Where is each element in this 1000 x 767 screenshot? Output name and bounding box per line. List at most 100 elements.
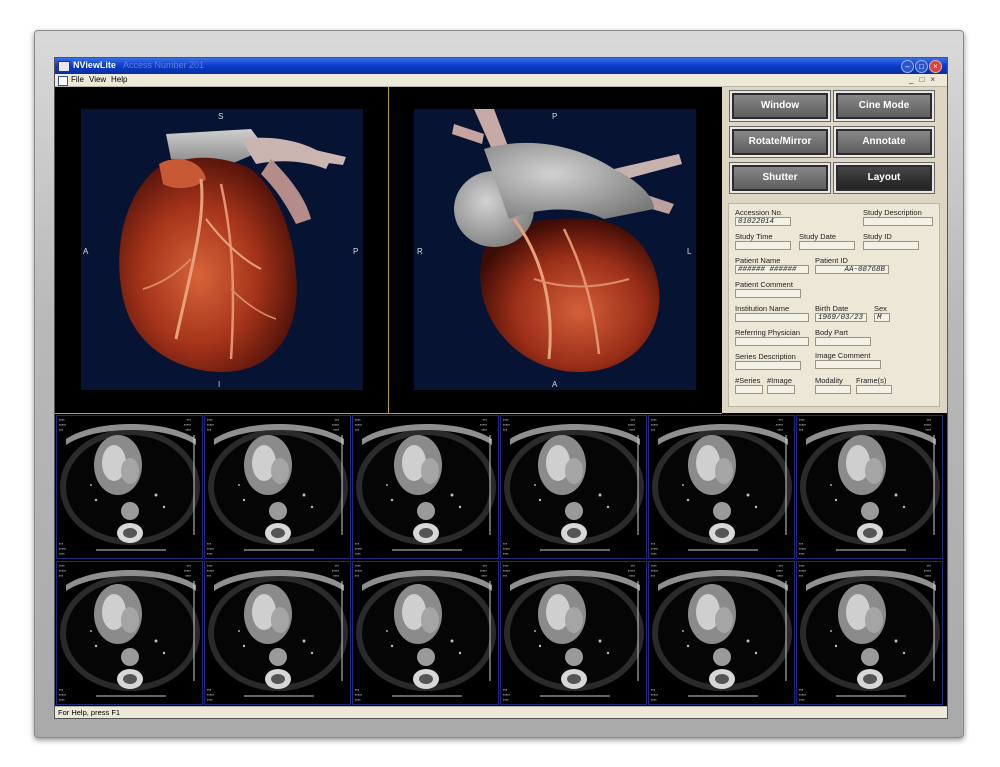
title-bar[interactable]: NViewLite Access Number 201 – □ × (55, 58, 947, 74)
ct-slice-thumbnail[interactable]: ▪▪▪▪ ▪▪▪▪▪ ▪▪▪ ▪▪▪ ▪▪▪▪▪ ▪▪▪▪ ▪▪▪ ▪▪▪▪▪ ▪▪▪▪ (352, 561, 499, 705)
volume-render-viewport[interactable] (81, 109, 363, 390)
ct-overlay-text: ▪▪▪▪▪▪▪▪▪▪▪▪ (775, 417, 783, 432)
ct-slice-thumbnail[interactable]: ▪▪▪▪ ▪▪▪▪▪ ▪▪▪ ▪▪▪ ▪▪▪▪▪ ▪▪▪▪ ▪▪▪ ▪▪▪▪▪ ▪▪▪▪ (500, 415, 647, 559)
study-description-field (863, 217, 933, 226)
ct-overlay-text: ▪▪▪▪▪▪▪▪▪▪▪▪ (331, 563, 339, 578)
close-button[interactable]: × (929, 60, 942, 73)
ct-overlay-text: ▪▪▪▪▪▪▪▪▪▪▪▪ (627, 417, 635, 432)
ct-slice-image (800, 570, 940, 697)
app-window: NViewLite Access Number 201 – □ × File V… (55, 58, 947, 718)
ct-overlay-text: ▪▪▪▪▪▪▪▪▪▪▪▪ (775, 563, 783, 578)
ct-overlay-text: ▪▪▪▪▪▪▪▪▪▪▪▪ (59, 417, 67, 432)
maximize-button[interactable]: □ (915, 60, 928, 73)
ct-slice-thumbnail[interactable]: ▪▪▪▪ ▪▪▪▪▪ ▪▪▪ ▪▪▪ ▪▪▪▪▪ ▪▪▪▪ ▪▪▪ ▪▪▪▪▪ ▪▪▪▪ (648, 561, 795, 705)
ct-slice-thumbnail[interactable]: ▪▪▪▪ ▪▪▪▪▪ ▪▪▪ ▪▪▪ ▪▪▪▪▪ ▪▪▪▪ ▪▪▪ ▪▪▪▪▪ ▪▪▪▪ (204, 561, 351, 705)
ct-slice-image (504, 424, 644, 551)
window-button[interactable]: Window (729, 90, 831, 122)
series-count-label: #Series (735, 376, 761, 385)
patient-comment-label: Patient Comment (735, 280, 793, 289)
series-count-field (735, 385, 763, 394)
heart-render-posterior (452, 109, 682, 373)
ct-overlay-text: ▪▪▪▪▪▪▪▪▪▪▪▪ (651, 687, 659, 702)
ct-slice-thumbnail[interactable]: ▪▪▪▪ ▪▪▪▪▪ ▪▪▪ ▪▪▪ ▪▪▪▪▪ ▪▪▪▪ ▪▪▪ ▪▪▪▪▪ ▪▪▪▪ (796, 415, 943, 559)
shutter-button[interactable]: Shutter (729, 162, 831, 194)
ct-overlay-text: ▪▪▪▪▪▪▪▪▪▪▪▪ (799, 417, 807, 432)
ct-slice-thumbnail[interactable]: ▪▪▪▪ ▪▪▪▪▪ ▪▪▪ ▪▪▪ ▪▪▪▪▪ ▪▪▪▪ ▪▪▪ ▪▪▪▪▪ ▪▪▪▪ (56, 561, 203, 705)
ct-overlay-text: ▪▪▪▪▪▪▪▪▪▪▪▪ (651, 417, 659, 432)
ct-slice-grid: ▪▪▪▪ ▪▪▪▪▪ ▪▪▪ ▪▪▪ ▪▪▪▪▪ ▪▪▪▪ ▪▪▪ ▪▪▪▪▪ ▪▪▪▪ ▪▪▪▪… (55, 414, 947, 706)
ct-overlay-text: ▪▪▪▪▪▪▪▪▪▪▪▪ (207, 541, 215, 556)
ct-overlay-text: ▪▪▪▪▪▪▪▪▪▪▪▪ (207, 563, 215, 578)
ct-overlay-text: ▪▪▪▪▪▪▪▪▪▪▪▪ (503, 417, 511, 432)
ct-overlay-text: ▪▪▪▪▪▪▪▪▪▪▪▪ (183, 563, 191, 578)
annotate-button[interactable]: Annotate (833, 126, 935, 158)
menu-bar: File View Help _□× (55, 74, 947, 87)
minimize-button[interactable]: – (901, 60, 914, 73)
ct-slice-image (60, 570, 200, 697)
ct-overlay-text: ▪▪▪▪▪▪▪▪▪▪▪▪ (355, 541, 363, 556)
ct-overlay-text: ▪▪▪▪▪▪▪▪▪▪▪▪ (503, 687, 511, 702)
ct-slice-image (208, 570, 348, 697)
orientation-top-label: P (552, 112, 558, 121)
window-title: NViewLite (73, 60, 116, 70)
ct-slice-image (356, 570, 496, 697)
mdi-restore-button[interactable]: □ (919, 75, 930, 84)
orientation-left-label: A (83, 247, 89, 256)
ct-overlay-text: ▪▪▪▪▪▪▪▪▪▪▪▪ (355, 563, 363, 578)
image-count-label: #Image (767, 376, 793, 385)
mdi-controls[interactable]: _□× (909, 75, 941, 84)
ct-slice-thumbnail[interactable]: ▪▪▪▪ ▪▪▪▪▪ ▪▪▪ ▪▪▪ ▪▪▪▪▪ ▪▪▪▪ ▪▪▪ ▪▪▪▪▪ ▪▪▪▪ (204, 415, 351, 559)
orientation-bottom-label: I (218, 380, 221, 389)
ct-slice-thumbnail[interactable]: ▪▪▪▪ ▪▪▪▪▪ ▪▪▪ ▪▪▪ ▪▪▪▪▪ ▪▪▪▪ ▪▪▪ ▪▪▪▪▪ ▪▪▪▪ (352, 415, 499, 559)
series-description-label: Series Description (735, 352, 796, 361)
ct-overlay-text: ▪▪▪▪▪▪▪▪▪▪▪▪ (59, 563, 67, 578)
ct-overlay-text: ▪▪▪▪▪▪▪▪▪▪▪▪ (207, 417, 215, 432)
mdi-minimize-button[interactable]: _ (909, 75, 919, 84)
orientation-right-label: L (687, 247, 692, 256)
menu-help[interactable]: Help (111, 75, 127, 84)
ct-overlay-text: ▪▪▪▪▪▪▪▪▪▪▪▪ (355, 687, 363, 702)
sex-label: Sex (874, 304, 887, 313)
menu-file[interactable]: File (71, 75, 84, 84)
ct-slice-image (652, 424, 792, 551)
body-part-label: Body Part (815, 328, 848, 337)
patient-comment-field (735, 289, 801, 298)
app-icon (58, 61, 70, 72)
patient-id-label: Patient ID (815, 256, 848, 265)
ct-overlay-text: ▪▪▪▪▪▪▪▪▪▪▪▪ (627, 563, 635, 578)
menu-view[interactable]: View (89, 75, 106, 84)
orientation-bottom-label: A (552, 380, 558, 389)
control-panel: Window Cine Mode Rotate/Mirror Annotate … (722, 87, 947, 413)
ct-overlay-text: ▪▪▪▪▪▪▪▪▪▪▪▪ (503, 541, 511, 556)
accession-no-field: 01022014 (735, 217, 791, 226)
study-date-field (799, 241, 855, 250)
ct-slice-image (356, 424, 496, 551)
volume-view-posterior[interactable]: P A R L (389, 87, 722, 413)
volume-view-anterior[interactable]: S I A P (55, 87, 388, 413)
orientation-top-label: S (218, 112, 224, 121)
cine-mode-button[interactable]: Cine Mode (833, 90, 935, 122)
sex-field: M (874, 313, 890, 322)
ct-slice-thumbnail[interactable]: ▪▪▪▪ ▪▪▪▪▪ ▪▪▪ ▪▪▪ ▪▪▪▪▪ ▪▪▪▪ ▪▪▪ ▪▪▪▪▪ ▪▪▪▪ (56, 415, 203, 559)
layout-button[interactable]: Layout (833, 162, 935, 194)
ct-slice-thumbnail[interactable]: ▪▪▪▪ ▪▪▪▪▪ ▪▪▪ ▪▪▪ ▪▪▪▪▪ ▪▪▪▪ ▪▪▪ ▪▪▪▪▪ ▪▪▪▪ (500, 561, 647, 705)
study-time-label: Study Time (735, 232, 773, 241)
ct-slice-image (504, 570, 644, 697)
ct-slice-thumbnail[interactable]: ▪▪▪▪ ▪▪▪▪▪ ▪▪▪ ▪▪▪ ▪▪▪▪▪ ▪▪▪▪ ▪▪▪ ▪▪▪▪▪ ▪▪▪▪ (648, 415, 795, 559)
ct-overlay-text: ▪▪▪▪▪▪▪▪▪▪▪▪ (207, 687, 215, 702)
modality-field (815, 385, 851, 394)
status-text: For Help, press F1 (58, 708, 121, 717)
ct-slice-image (208, 424, 348, 551)
ct-slice-thumbnail[interactable]: ▪▪▪▪ ▪▪▪▪▪ ▪▪▪ ▪▪▪ ▪▪▪▪▪ ▪▪▪▪ ▪▪▪ ▪▪▪▪▪ ▪▪▪▪ (796, 561, 943, 705)
volume-render-viewport[interactable] (414, 109, 696, 390)
study-time-field (735, 241, 791, 250)
birth-date-label: Birth Date (815, 304, 849, 313)
image-count-field (767, 385, 795, 394)
ct-overlay-text: ▪▪▪▪▪▪▪▪▪▪▪▪ (799, 541, 807, 556)
rotate-mirror-button[interactable]: Rotate/Mirror (729, 126, 831, 158)
ct-slice-image (652, 570, 792, 697)
series-description-field (735, 361, 801, 370)
ct-overlay-text: ▪▪▪▪▪▪▪▪▪▪▪▪ (59, 687, 67, 702)
referring-physician-label: Referring Physician (735, 328, 801, 337)
mdi-close-button[interactable]: × (930, 75, 941, 84)
